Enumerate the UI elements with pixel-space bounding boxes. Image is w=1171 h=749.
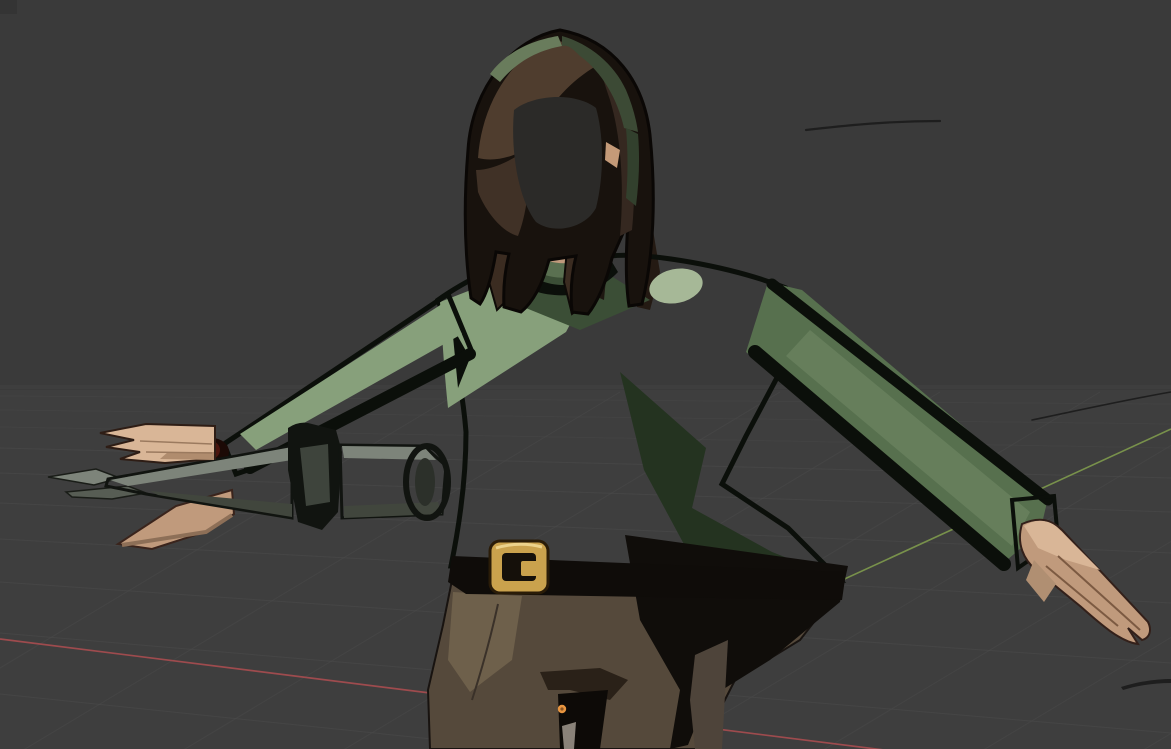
origin-dot-core bbox=[560, 707, 563, 710]
horizon-band bbox=[0, 385, 1171, 389]
leg-gap-sliver bbox=[562, 722, 576, 749]
buckle-tab bbox=[521, 561, 538, 576]
3d-viewport[interactable] bbox=[0, 0, 1171, 749]
corner-square bbox=[0, 0, 17, 14]
rifle-end-cap-inner bbox=[415, 458, 435, 506]
headband-side bbox=[626, 128, 639, 206]
origin-point[interactable] bbox=[558, 705, 566, 713]
left-finger-gap-2 bbox=[146, 452, 212, 453]
pants-right-leg bbox=[690, 640, 728, 749]
